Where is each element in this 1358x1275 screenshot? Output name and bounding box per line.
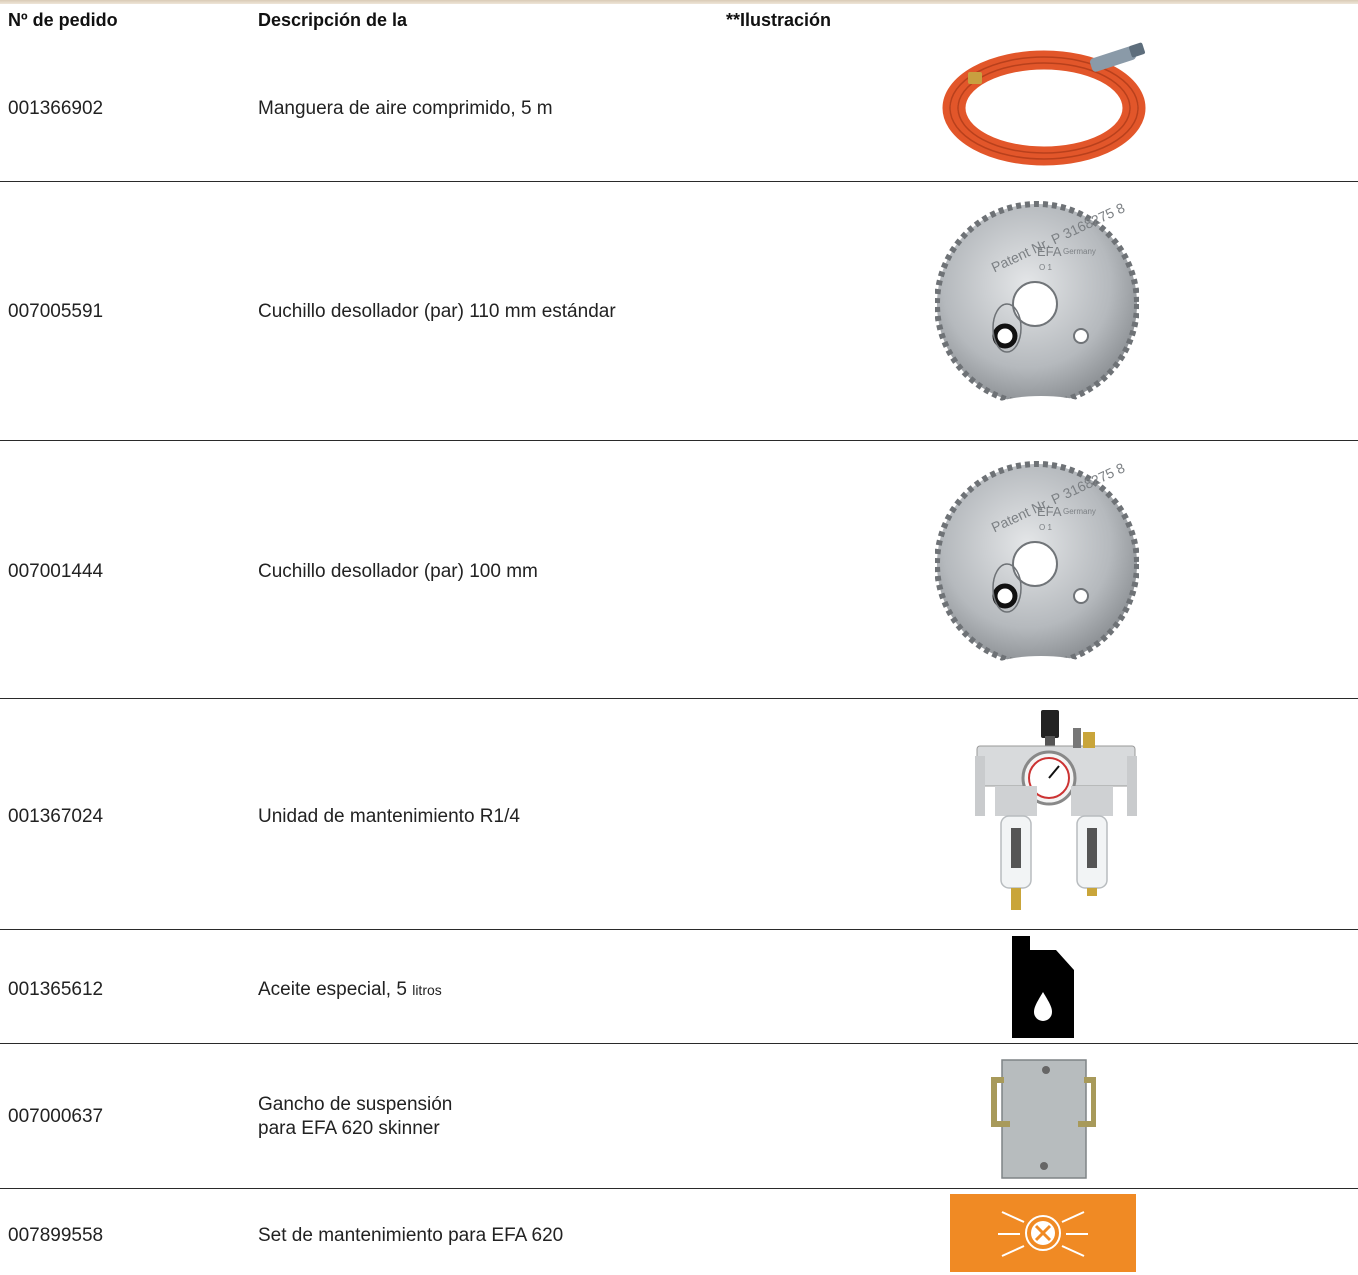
description-line-2: para EFA 620 skinner <box>258 1118 440 1139</box>
blade-brand-text: EFA <box>1037 244 1062 259</box>
description: Gancho de suspensión para EFA 620 skinne… <box>258 1093 452 1141</box>
order-number: 001366902 <box>8 98 104 119</box>
hook-image <box>991 1059 1096 1179</box>
description: Set de mantenimiento para EFA 620 <box>258 1225 564 1246</box>
order-number: 007001444 <box>8 561 104 582</box>
description-main: Aceite especial, 5 <box>258 979 407 1000</box>
header-order-number: Nº de pedido <box>8 10 118 30</box>
hose-image <box>942 42 1146 166</box>
description-line-1: Gancho de suspensión <box>258 1094 453 1115</box>
row-divider <box>0 698 1358 699</box>
order-number: 007000637 <box>8 1106 104 1127</box>
row-divider <box>0 929 1358 930</box>
order-number: 007899558 <box>8 1225 104 1246</box>
header-description: Descripción de la <box>258 10 408 30</box>
oil-can-icon <box>1012 936 1074 1038</box>
row-divider <box>0 181 1358 182</box>
description: Cuchillo desollador (par) 100 mm <box>258 561 538 582</box>
row-divider <box>0 440 1358 441</box>
blade-brand-text: EFA <box>1037 504 1062 519</box>
maintenance-unit-image <box>975 710 1137 910</box>
order-number: 007005591 <box>8 301 104 322</box>
description: Aceite especial, 5 litros <box>258 978 442 1002</box>
order-number: 001365612 <box>8 979 104 1000</box>
top-rule <box>0 0 1358 4</box>
blade-image: Patent Nr. P 3168275 8 EFA Germany O 1 <box>935 199 1139 412</box>
description: Cuchillo desollador (par) 110 mm estánda… <box>258 301 616 322</box>
maintenance-set-icon <box>950 1194 1136 1272</box>
blade-image: Patent Nr. P 3168275 8 EFA Germany O 1 <box>935 459 1139 672</box>
description: Unidad de mantenimiento R1/4 <box>258 806 520 827</box>
order-number: 001367024 <box>8 806 104 827</box>
row-divider <box>0 1188 1358 1189</box>
blade-mark-text: O 1 <box>1039 263 1052 272</box>
blade-country-text: Germany <box>1063 507 1096 516</box>
row-divider <box>0 1043 1358 1044</box>
blade-mark-text: O 1 <box>1039 523 1052 532</box>
description-unit: litros <box>412 982 442 998</box>
description: Manguera de aire comprimido, 5 m <box>258 98 553 119</box>
blade-country-text: Germany <box>1063 247 1096 256</box>
header-illustration: **Ilustración <box>726 10 832 30</box>
